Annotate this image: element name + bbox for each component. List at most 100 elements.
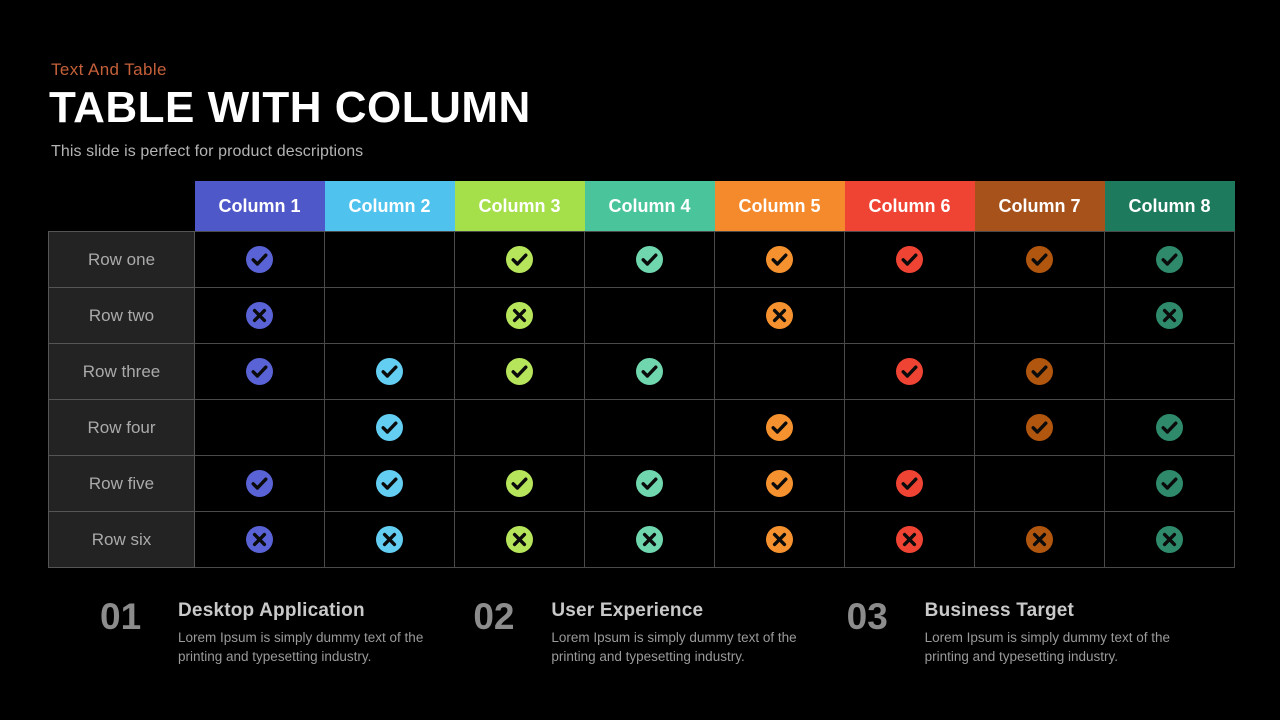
cell-r1-c8[interactable] — [1104, 231, 1235, 288]
feature-title-1: Desktop Application — [178, 600, 365, 621]
check-circle-icon — [896, 358, 923, 385]
column-header-1[interactable]: Column 1 — [194, 181, 325, 232]
feature-item-3: 03 Business Target Lorem Ipsum is simply d… — [847, 598, 1220, 666]
check-circle-icon — [376, 358, 403, 385]
cell-r6-c5[interactable] — [714, 511, 845, 568]
check-circle-icon — [636, 358, 663, 385]
cell-r5-c4[interactable] — [584, 455, 715, 512]
cell-r1-c3[interactable] — [454, 231, 585, 288]
cell-r3-c6[interactable] — [844, 343, 975, 400]
row-label-5[interactable]: Row five — [48, 455, 195, 512]
feature-description-1: Lorem Ipsum is simply dummy text of the … — [178, 630, 424, 665]
cell-r6-c6[interactable] — [844, 511, 975, 568]
feature-body-3: Business Target Lorem Ipsum is simply dum… — [925, 598, 1175, 666]
cell-r4-c3[interactable] — [454, 399, 585, 456]
row-label-6[interactable]: Row six — [48, 511, 195, 568]
feature-number-1: 01 — [100, 596, 142, 637]
check-circle-icon — [896, 470, 923, 497]
cell-r2-c8[interactable] — [1104, 287, 1235, 344]
cell-r4-c5[interactable] — [714, 399, 845, 456]
feature-list: 01 Desktop Application Lorem Ipsum is simp… — [100, 598, 1220, 666]
check-circle-icon — [246, 470, 273, 497]
cell-r3-c3[interactable] — [454, 343, 585, 400]
cell-r4-c2[interactable] — [324, 399, 455, 456]
check-circle-icon — [1026, 358, 1053, 385]
cell-r2-c6[interactable] — [844, 287, 975, 344]
feature-title-2: User Experience — [551, 600, 704, 621]
column-header-5[interactable]: Column 5 — [714, 181, 845, 232]
cell-r2-c2[interactable] — [324, 287, 455, 344]
cell-r4-c4[interactable] — [584, 399, 715, 456]
cell-r1-c5[interactable] — [714, 231, 845, 288]
cross-circle-icon — [1156, 526, 1183, 553]
page-title: TABLE WITH COLUMN — [49, 83, 531, 132]
cell-r5-c1[interactable] — [194, 455, 325, 512]
row-label-4[interactable]: Row four — [48, 399, 195, 456]
cell-r6-c1[interactable] — [194, 511, 325, 568]
check-circle-icon — [766, 246, 793, 273]
page-subtitle: This slide is perfect for product descri… — [51, 143, 364, 160]
cell-r6-c7[interactable] — [974, 511, 1105, 568]
column-header-3[interactable]: Column 3 — [454, 181, 585, 232]
cell-r4-c1[interactable] — [194, 399, 325, 456]
cell-r1-c6[interactable] — [844, 231, 975, 288]
cell-r5-c3[interactable] — [454, 455, 585, 512]
cross-circle-icon — [636, 526, 663, 553]
cell-r3-c2[interactable] — [324, 343, 455, 400]
cell-r1-c2[interactable] — [324, 231, 455, 288]
check-circle-icon — [1156, 470, 1183, 497]
table-row: Row three — [48, 343, 1235, 400]
cell-r6-c3[interactable] — [454, 511, 585, 568]
cell-r5-c8[interactable] — [1104, 455, 1235, 512]
check-circle-icon — [896, 246, 923, 273]
cross-circle-icon — [766, 526, 793, 553]
feature-description-2: Lorem Ipsum is simply dummy text of the … — [551, 630, 797, 665]
row-label-2[interactable]: Row two — [48, 287, 195, 344]
table-row: Row four — [48, 399, 1235, 456]
comparison-table: Column 1 Column 2 Column 3 Column 4 Column 5… — [48, 181, 1235, 568]
cell-r2-c5[interactable] — [714, 287, 845, 344]
check-circle-icon — [246, 246, 273, 273]
column-header-6[interactable]: Column 6 — [844, 181, 975, 232]
cell-r4-c7[interactable] — [974, 399, 1105, 456]
cross-circle-icon — [766, 302, 793, 329]
cell-r3-c4[interactable] — [584, 343, 715, 400]
cell-r3-c7[interactable] — [974, 343, 1105, 400]
cell-r3-c5[interactable] — [714, 343, 845, 400]
cell-r6-c4[interactable] — [584, 511, 715, 568]
cell-r6-c8[interactable] — [1104, 511, 1235, 568]
cross-circle-icon — [506, 526, 533, 553]
check-circle-icon — [506, 470, 533, 497]
cell-r5-c5[interactable] — [714, 455, 845, 512]
cell-r1-c4[interactable] — [584, 231, 715, 288]
cell-r5-c7[interactable] — [974, 455, 1105, 512]
cell-r3-c1[interactable] — [194, 343, 325, 400]
column-header-4[interactable]: Column 4 — [584, 181, 715, 232]
check-circle-icon — [506, 246, 533, 273]
column-header-2[interactable]: Column 2 — [324, 181, 455, 232]
cell-r2-c3[interactable] — [454, 287, 585, 344]
cell-r3-c8[interactable] — [1104, 343, 1235, 400]
row-label-3[interactable]: Row three — [48, 343, 195, 400]
cross-circle-icon — [896, 526, 923, 553]
table-body: Row one Row two Row three Row four Row five R… — [48, 231, 1235, 568]
column-header-7[interactable]: Column 7 — [974, 181, 1105, 232]
eyebrow-label: Text And Table — [51, 60, 167, 79]
cell-r2-c4[interactable] — [584, 287, 715, 344]
cell-r2-c1[interactable] — [194, 287, 325, 344]
cell-r6-c2[interactable] — [324, 511, 455, 568]
cell-r5-c2[interactable] — [324, 455, 455, 512]
cross-circle-icon — [506, 302, 533, 329]
cell-r2-c7[interactable] — [974, 287, 1105, 344]
cell-r1-c7[interactable] — [974, 231, 1105, 288]
cell-r5-c6[interactable] — [844, 455, 975, 512]
check-circle-icon — [1156, 246, 1183, 273]
cell-r1-c1[interactable] — [194, 231, 325, 288]
row-label-1[interactable]: Row one — [48, 231, 195, 288]
table-row: Row two — [48, 287, 1235, 344]
cell-r4-c8[interactable] — [1104, 399, 1235, 456]
cell-r4-c6[interactable] — [844, 399, 975, 456]
table-row: Row six — [48, 511, 1235, 568]
column-header-8[interactable]: Column 8 — [1104, 181, 1235, 232]
check-circle-icon — [1026, 246, 1053, 273]
